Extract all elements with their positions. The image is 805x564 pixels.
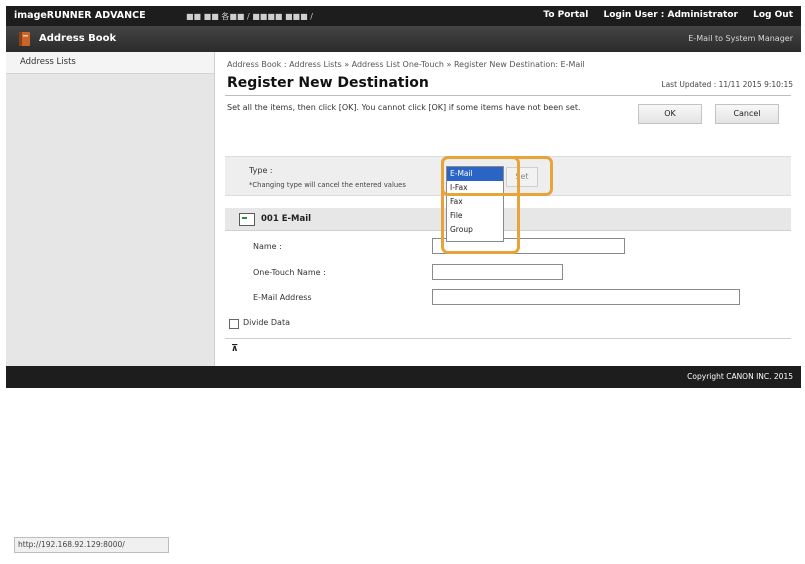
- cancel-button[interactable]: Cancel: [715, 104, 779, 124]
- type-note: *Changing type will cancel the entered v…: [249, 181, 406, 189]
- last-updated: Last Updated : 11/11 2015 9:10:15: [661, 80, 793, 89]
- top-bar: imageRUNNER ADVANCE ■■ ■■ 各■■ / ■■■■ ■■■…: [6, 6, 801, 26]
- brand-name: imageRUNNER ADVANCE: [14, 10, 146, 21]
- footer-bar: Copyright CANON INC. 2015: [6, 366, 801, 388]
- divide-data-label: Divide Data: [243, 318, 290, 327]
- instructions-text: Set all the items, then click [OK]. You …: [227, 103, 581, 112]
- login-user: Login User : Administrator: [603, 10, 738, 20]
- section-title: 001 E-Mail: [261, 214, 312, 224]
- email-manager-link[interactable]: E-Mail to System Manager: [688, 34, 793, 43]
- breadcrumb[interactable]: Address Book : Address Lists » Address L…: [227, 60, 585, 69]
- copyright-text: Copyright CANON INC. 2015: [687, 372, 793, 381]
- sidebar-item-address-lists[interactable]: Address Lists: [6, 52, 214, 74]
- top-links: To Portal Login User : Administrator Log…: [531, 10, 793, 20]
- logout-link[interactable]: Log Out: [753, 10, 793, 20]
- device-name: ■■ ■■ 各■■ / ■■■■ ■■■ /: [186, 12, 313, 21]
- divide-data-checkbox[interactable]: [229, 319, 239, 329]
- email-icon: [239, 213, 255, 226]
- status-url: http://192.168.92.129:8000/: [14, 537, 169, 553]
- type-label: Type :: [249, 166, 273, 175]
- to-portal-link[interactable]: To Portal: [543, 10, 588, 20]
- onetouch-name-label: One-Touch Name :: [253, 268, 326, 277]
- highlight-outline: [441, 156, 520, 254]
- address-book-icon: [19, 32, 30, 46]
- browser-window: imageRUNNER ADVANCE ■■ ■■ 各■■ / ■■■■ ■■■…: [6, 6, 801, 554]
- page-title: Address Book: [39, 33, 117, 44]
- onetouch-name-field[interactable]: [432, 264, 563, 280]
- divider: [225, 338, 791, 339]
- divider: [225, 95, 791, 96]
- ok-button[interactable]: OK: [638, 104, 702, 124]
- name-label: Name :: [253, 242, 282, 251]
- email-address-field[interactable]: [432, 289, 740, 305]
- title-bar: Address Book E-Mail to System Manager: [6, 26, 801, 52]
- email-address-label: E-Mail Address: [253, 293, 312, 302]
- scroll-top-icon[interactable]: ⊼: [231, 344, 238, 354]
- form-heading: Register New Destination: [227, 75, 429, 91]
- sidebar: Address Lists: [6, 52, 215, 366]
